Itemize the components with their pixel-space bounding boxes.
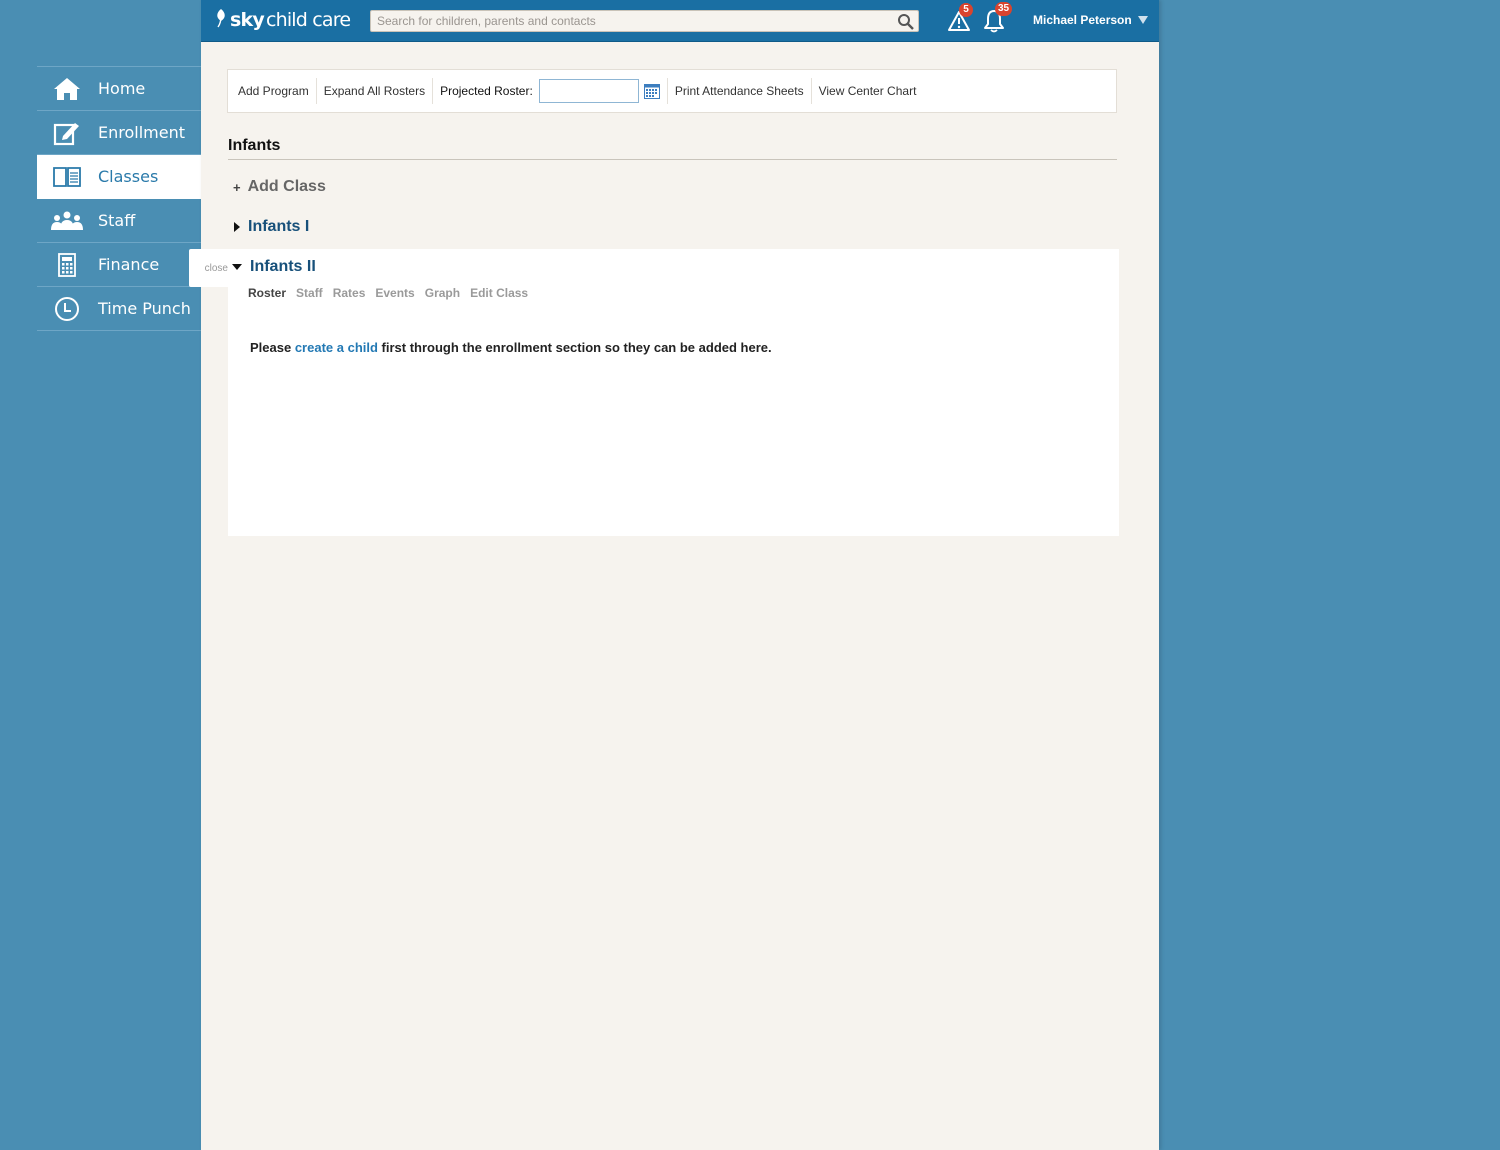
caret-down-icon: [232, 264, 242, 270]
leaf-icon: [215, 8, 227, 33]
bell-icon: [983, 10, 1005, 37]
caret-right-icon: [234, 222, 240, 232]
book-icon: [37, 166, 97, 188]
class-name: Infants II: [250, 258, 316, 275]
alerts-button[interactable]: 5: [947, 3, 973, 36]
tab-graph[interactable]: Graph: [425, 286, 460, 300]
calendar-icon[interactable]: [643, 83, 660, 99]
calculator-icon: [37, 252, 97, 277]
logo-text: sky child care: [230, 9, 351, 31]
top-bar: skychild care 5 35 Michael Peterson: [201, 0, 1159, 42]
expand-all-rosters-button[interactable]: Expand All Rosters: [317, 78, 434, 104]
sidebar-item-label: Finance: [98, 255, 160, 274]
staff-icon: [37, 210, 97, 232]
user-menu[interactable]: Michael Peterson: [1033, 13, 1148, 27]
logo[interactable]: sky child care: [215, 5, 351, 35]
sidebar-item-staff[interactable]: Staff: [37, 199, 201, 243]
logo-suffix: child care: [265, 9, 351, 31]
print-attendance-sheets-button[interactable]: Print Attendance Sheets: [666, 78, 812, 104]
warning-icon: [947, 11, 971, 36]
sidebar-item-label: Home: [98, 79, 146, 98]
enrollment-icon: [37, 120, 97, 146]
add-class-label: Add Class: [247, 178, 326, 195]
sidebar-nav: Home Enrollment Classes Staff Finance Ti…: [37, 66, 201, 331]
clock-icon: [37, 296, 97, 322]
tab-staff[interactable]: Staff: [296, 286, 323, 300]
program-toolbar: Add Program Expand All Rosters Projected…: [227, 69, 1117, 113]
search-input[interactable]: [371, 11, 891, 31]
projected-roster-label: Projected Roster:: [440, 84, 533, 98]
empty-roster-message: Please create a child first through the …: [250, 340, 772, 355]
tab-edit-class[interactable]: Edit Class: [470, 286, 528, 300]
search-box: [370, 10, 919, 32]
plus-icon: +: [233, 179, 241, 195]
view-center-chart-button[interactable]: View Center Chart: [812, 78, 924, 104]
class-subtabs: Roster Staff Rates Events Graph Edit Cla…: [248, 286, 538, 300]
sidebar-item-classes[interactable]: Classes: [37, 155, 201, 199]
sidebar-item-label: Classes: [98, 167, 159, 186]
tab-rates[interactable]: Rates: [333, 286, 366, 300]
main-content: skychild care 5 35 Michael Peterson: [189, 0, 1159, 1150]
sidebar-item-finance[interactable]: Finance: [37, 243, 201, 287]
class-row-infants-i[interactable]: Infants I: [234, 218, 309, 236]
message-after: first through the enrollment section so …: [377, 340, 772, 355]
sidebar-item-enrollment[interactable]: Enrollment: [37, 111, 201, 155]
tab-events[interactable]: Events: [375, 286, 414, 300]
projected-roster-date-input[interactable]: [538, 79, 639, 103]
create-child-link[interactable]: create a child: [295, 340, 378, 355]
add-class-button[interactable]: + Add Class: [233, 178, 326, 196]
notifications-button[interactable]: 35: [983, 2, 1013, 37]
alerts-badge: 5: [959, 3, 973, 17]
user-name: Michael Peterson: [1033, 13, 1132, 27]
message-before: Please: [250, 340, 295, 355]
sidebar-item-label: Time Punch: [98, 299, 191, 318]
class-name: Infants I: [248, 218, 310, 235]
sidebar-item-home[interactable]: Home: [37, 67, 201, 111]
add-program-button[interactable]: Add Program: [231, 78, 317, 104]
notifications-badge: 35: [995, 2, 1013, 16]
sidebar-item-label: Enrollment: [98, 123, 185, 142]
class-row-infants-ii[interactable]: Infants II: [232, 258, 316, 276]
sidebar-item-label: Staff: [98, 211, 136, 230]
search-icon[interactable]: [897, 13, 915, 36]
program-title: Infants: [228, 137, 281, 154]
home-icon: [37, 77, 97, 101]
divider: [228, 159, 1117, 160]
sidebar-item-time-punch[interactable]: Time Punch: [37, 287, 201, 331]
chevron-down-icon: [1137, 13, 1148, 27]
tab-roster[interactable]: Roster: [248, 286, 286, 300]
close-class-button[interactable]: close: [189, 249, 231, 287]
logo-prefix: sky: [230, 9, 265, 31]
